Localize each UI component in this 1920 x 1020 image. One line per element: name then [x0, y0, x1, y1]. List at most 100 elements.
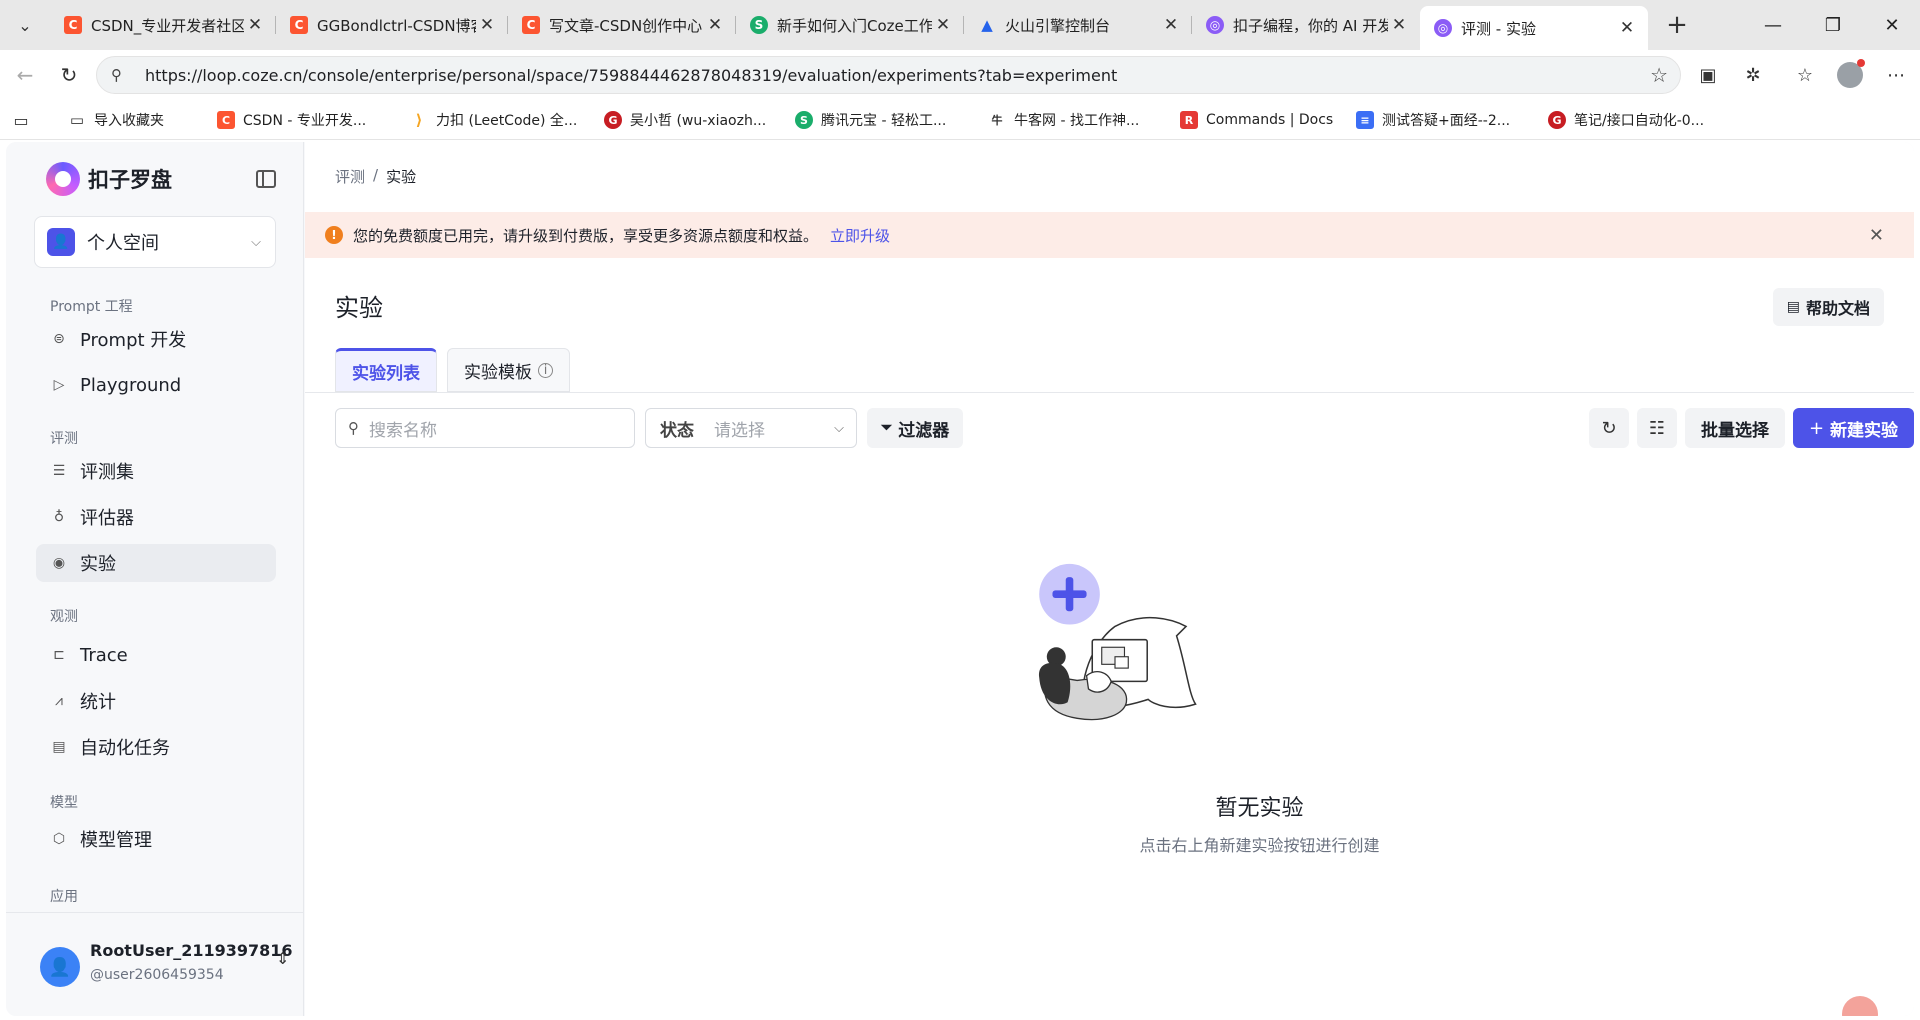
bookmark-item[interactable]: ⟩ 力扣 (LeetCode) 全... [410, 108, 578, 132]
browser-tab[interactable]: C 写文章-CSDN创作中心 ✕ [508, 6, 736, 44]
column-settings-button[interactable]: ☷ [1637, 408, 1677, 448]
doc-favicon-icon: ≡ [1356, 111, 1374, 129]
tab-close-icon[interactable]: ✕ [932, 15, 954, 35]
bookmark-item[interactable]: C CSDN - 专业开发... [217, 108, 366, 132]
url-field[interactable]: ⚲ https://loop.coze.cn/console/enterpris… [96, 56, 1681, 94]
csdn-favicon-icon: C [290, 16, 308, 34]
tab-close-icon[interactable]: ✕ [1388, 15, 1410, 35]
sidebar-item-experiments[interactable]: ◉ 实验 [36, 544, 276, 582]
browser-tab[interactable]: S 新手如何入门Coze工作 ✕ [736, 6, 964, 44]
close-icon[interactable]: ✕ [1869, 225, 1884, 246]
csdn-favicon-icon: C [217, 111, 235, 129]
status-select[interactable]: 状态 请选择 ⌵ [645, 408, 857, 448]
search-input[interactable]: ⚲ 搜索名称 [335, 408, 635, 448]
yuanbao-favicon-icon: S [795, 111, 813, 129]
refresh-button[interactable]: ↻ [1589, 408, 1629, 448]
url-text: https://loop.coze.cn/console/enterprise/… [145, 65, 1118, 85]
site-info-icon[interactable]: ⚲ [111, 66, 133, 84]
status-placeholder: 请选择 [714, 420, 765, 441]
sidebar-item-prompt-dev[interactable]: ⊜ Prompt 开发 [36, 320, 276, 358]
tab-label: 实验列表 [352, 363, 420, 384]
space-selector[interactable]: 👤 个人空间 ⌵ [34, 216, 276, 268]
bookmark-label: 导入收藏夹 [94, 113, 164, 129]
tab-close-icon[interactable]: ✕ [476, 15, 498, 35]
help-docs-button[interactable]: ▤ 帮助文档 [1772, 288, 1884, 326]
task-icon: ▤ [52, 739, 66, 755]
assistant-bubble-icon[interactable] [1842, 996, 1878, 1016]
batch-select-button[interactable]: 批量选择 [1685, 408, 1785, 448]
tab-close-icon[interactable]: ✕ [244, 15, 266, 35]
yuanbao-favicon-icon: S [750, 16, 768, 34]
space-name: 个人空间 [87, 233, 159, 254]
bookmark-item[interactable]: S 腾讯元宝 - 轻松工... [795, 108, 946, 132]
extension-app-icon[interactable]: ▣ [1691, 58, 1725, 92]
sidebar-item-trace[interactable]: ⊏ Trace [36, 636, 276, 674]
browser-tab[interactable]: C GGBondlctrl-CSDN博客 ✕ [276, 6, 508, 44]
reload-icon[interactable]: ↻ [52, 58, 86, 92]
tab-close-icon[interactable]: ✕ [704, 15, 726, 35]
sidebar-item-stats[interactable]: ⩘ 统计 [36, 682, 276, 720]
breadcrumb-parent[interactable]: 评测 [335, 166, 365, 187]
new-experiment-button[interactable]: + 新建实验 [1793, 408, 1914, 448]
sidebar-item-model-mgmt[interactable]: ⬡ 模型管理 [36, 820, 276, 858]
tab-title: CSDN_专业开发者社区_ [91, 16, 244, 35]
tab-experiment-list[interactable]: 实验列表 [335, 348, 437, 392]
upgrade-link[interactable]: 立即升级 [830, 225, 890, 246]
minimize-icon[interactable]: — [1745, 0, 1801, 50]
import-icon: ▭ [69, 111, 85, 129]
nowcoder-favicon-icon: 牛 [991, 114, 1003, 127]
tab-list-chevron-icon[interactable]: ⌄ [8, 8, 42, 42]
browser-tab[interactable]: ▲ 火山引擎控制台 ✕ [964, 6, 1192, 44]
docs-favicon-icon: R [1180, 111, 1198, 129]
back-arrow-icon[interactable]: ← [8, 58, 42, 92]
tab-experiment-template[interactable]: 实验模板 i [447, 348, 570, 392]
extensions-puzzle-icon[interactable]: ✲ [1736, 58, 1770, 92]
bookmark-item[interactable]: G 笔记/接口自动化-0... [1548, 108, 1704, 132]
expand-updown-icon[interactable]: ⇕ [276, 949, 289, 968]
sidebar-item-datasets[interactable]: ☰ 评测集 [36, 452, 276, 490]
bookmark-item[interactable]: G 吴小哲 (wu-xiaozh... [604, 108, 766, 132]
filter-button[interactable]: ⏷ 过滤器 [867, 408, 964, 448]
help-docs-label: 帮助文档 [1805, 299, 1870, 318]
browser-tab-active[interactable]: ◎ 评测 - 实验 ✕ [1420, 6, 1648, 50]
sidebar-item-playground[interactable]: ▷ Playground [36, 366, 276, 404]
breadcrumb: 评测 / 实验 [335, 166, 416, 187]
filter-funnel-icon: ⏷ [881, 420, 893, 436]
close-window-icon[interactable]: ✕ [1864, 0, 1920, 50]
group-label-model: 模型 [50, 795, 78, 811]
bookmark-item[interactable]: 牛牛客网 - 找工作神... [988, 108, 1140, 132]
brand-logo[interactable]: 扣子罗盘 [46, 162, 172, 196]
page-tabs: 实验列表 实验模板 i [335, 348, 570, 392]
profile-avatar-icon[interactable] [1833, 58, 1867, 92]
new-experiment-label: 新建实验 [1830, 420, 1899, 441]
group-label-app: 应用 [50, 889, 78, 905]
search-placeholder: 搜索名称 [369, 420, 437, 441]
user-profile[interactable]: 👤 RootUser_2119397816 @user2606459354 ⇕ [6, 912, 304, 1016]
chevron-down-icon: ⌵ [251, 234, 261, 250]
bookmarks-toggle-icon[interactable]: ▭ [12, 108, 38, 132]
bookmark-item[interactable]: R Commands | Docs [1180, 108, 1333, 132]
tab-title: 新手如何入门Coze工作 [777, 16, 932, 35]
sidebar-item-auto-tasks[interactable]: ▤ 自动化任务 [36, 728, 276, 766]
favorite-star-icon[interactable]: ☆ [1650, 63, 1668, 87]
tab-close-icon[interactable]: ✕ [1160, 15, 1182, 35]
browser-tab[interactable]: C CSDN_专业开发者社区_ ✕ [50, 6, 276, 44]
play-circle-icon: ▷ [53, 377, 65, 393]
bookmark-item[interactable]: ≡ 测试答疑+面经--2... [1356, 108, 1510, 132]
bookmark-label: 笔记/接口自动化-0... [1574, 113, 1705, 129]
experiment-icon: ◉ [52, 555, 66, 571]
info-icon[interactable]: i [538, 362, 553, 378]
bookmark-item[interactable]: ▭ 导入收藏夹 [68, 108, 164, 132]
browser-tab[interactable]: ◎ 扣子编程，你的 AI 开发 ✕ [1192, 6, 1420, 44]
favorites-list-icon[interactable]: ☆ [1788, 58, 1822, 92]
empty-state-illustration [1039, 563, 1197, 721]
sidebar-item-evaluators[interactable]: ♁ 评估器 [36, 498, 276, 536]
tab-close-icon[interactable]: ✕ [1616, 18, 1638, 38]
brand-name: 扣子罗盘 [88, 168, 172, 192]
restore-icon[interactable]: ❐ [1805, 0, 1861, 50]
model-cube-icon: ⬡ [52, 831, 66, 847]
sidebar-collapse-icon[interactable] [256, 170, 276, 188]
tab-title: 写文章-CSDN创作中心 [549, 16, 703, 35]
new-tab-plus-icon[interactable]: + [1660, 8, 1694, 42]
more-menu-icon[interactable]: ⋯ [1879, 58, 1913, 92]
